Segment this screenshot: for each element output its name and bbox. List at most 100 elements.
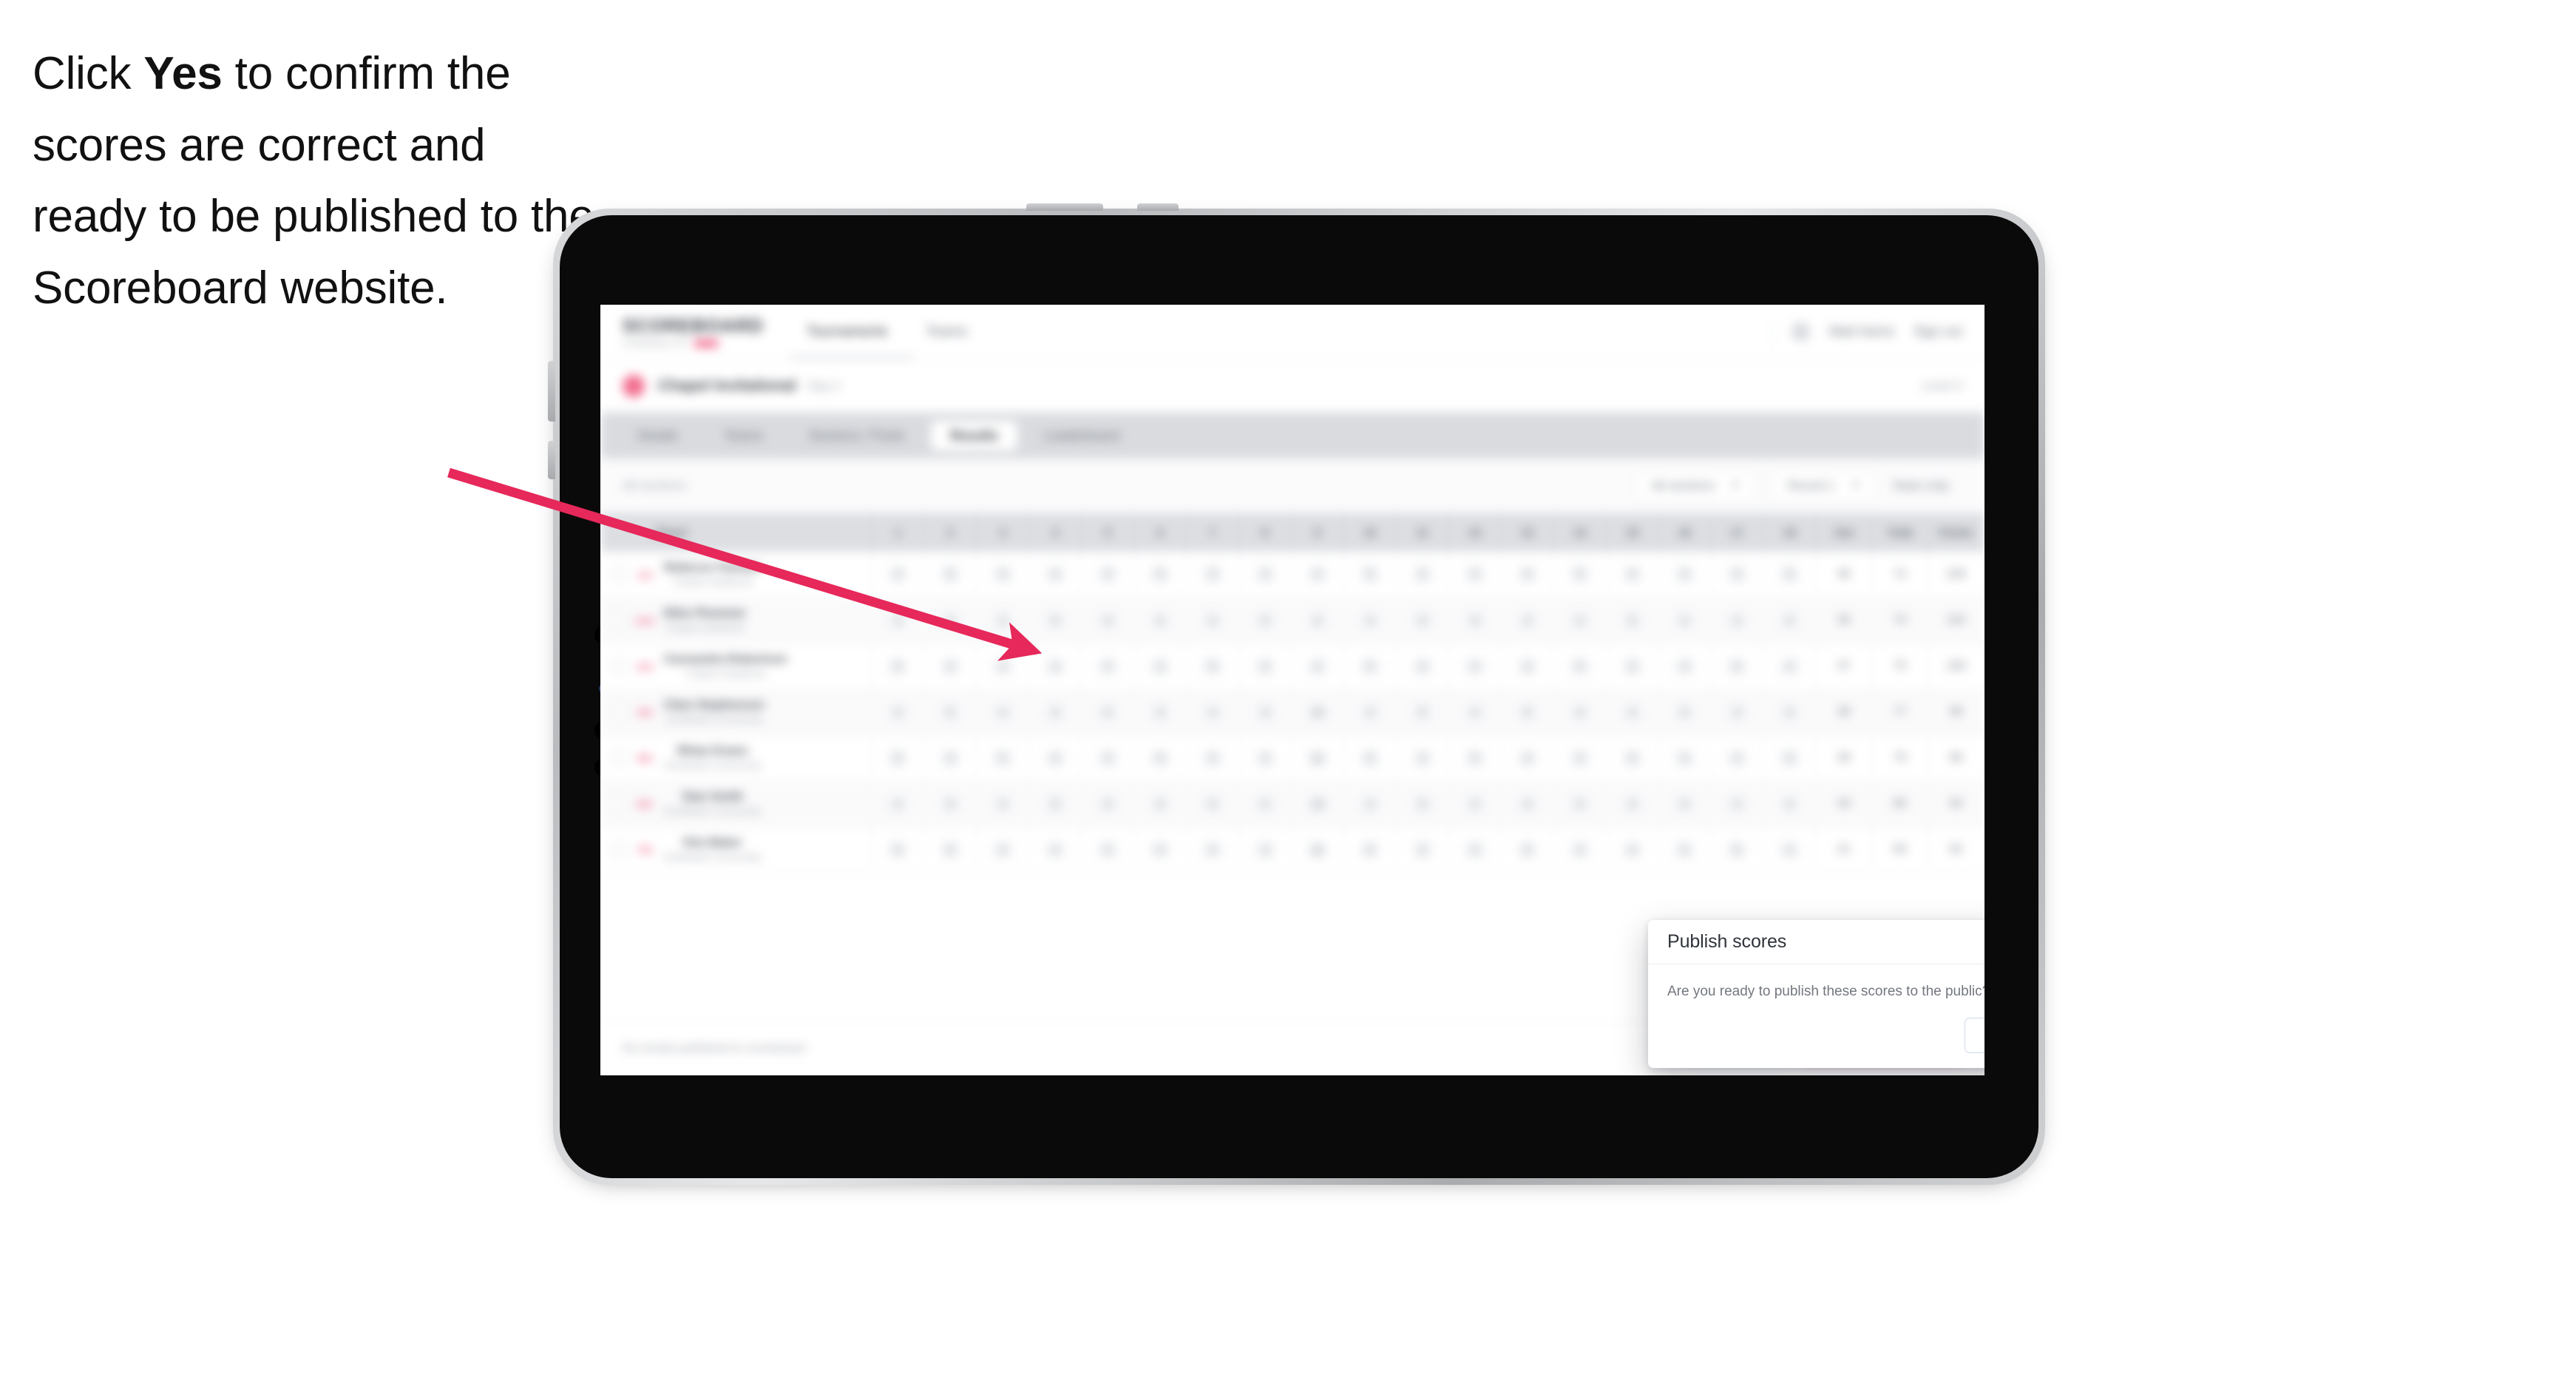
score-cell[interactable]: 5 xyxy=(1553,643,1607,690)
row-checkbox[interactable] xyxy=(611,612,626,628)
score-cell[interactable]: 5 xyxy=(1343,827,1397,873)
score-cell[interactable]: 4 xyxy=(1238,552,1292,598)
table-row[interactable]: 3rd Cassandra Robertson Chapel Invitationa… xyxy=(600,643,1984,690)
score-cell[interactable]: 4 xyxy=(1133,689,1187,736)
score-cell[interactable]: 5 xyxy=(1028,598,1082,644)
score-cell[interactable]: 4 xyxy=(1396,735,1449,782)
row-checkbox[interactable] xyxy=(611,704,626,720)
score-cell[interactable]: 4 xyxy=(976,598,1030,644)
filter-teamonly-select[interactable]: Team only xyxy=(1892,479,1962,493)
score-cell[interactable]: 4 xyxy=(923,735,977,782)
score-cell[interactable]: 4 xyxy=(1553,689,1607,736)
score-cell[interactable]: 4 xyxy=(1710,781,1764,828)
score-cell[interactable]: 4 xyxy=(1658,552,1712,598)
score-cell[interactable]: 5 xyxy=(1133,552,1187,598)
row-checkbox[interactable] xyxy=(611,750,626,765)
score-cell[interactable]: 4 xyxy=(976,689,1030,736)
row-checkbox[interactable] xyxy=(611,842,626,857)
score-cell[interactable]: 5 xyxy=(1553,781,1607,828)
score-cell[interactable]: 5 xyxy=(1186,643,1240,690)
score-cell[interactable]: 4 xyxy=(1606,781,1659,828)
score-cell[interactable]: 5 xyxy=(871,827,925,873)
score-cell[interactable]: 4 xyxy=(1028,689,1082,736)
hardware-button-left-volume[interactable] xyxy=(548,361,555,422)
tab-teams[interactable]: Teams xyxy=(705,421,782,451)
score-cell[interactable]: 4 xyxy=(1291,552,1344,598)
score-cell[interactable]: 4 xyxy=(976,781,1030,828)
score-cell[interactable]: 5 xyxy=(923,827,977,873)
score-cell[interactable]: 4 xyxy=(1396,827,1449,873)
score-cell[interactable]: 5 xyxy=(1343,552,1397,598)
score-cell[interactable]: 4 xyxy=(1763,689,1817,736)
score-cell[interactable]: 4 xyxy=(1606,552,1659,598)
score-cell[interactable]: 4 xyxy=(1553,598,1607,644)
score-cell[interactable]: 4 xyxy=(1763,827,1817,873)
score-cell[interactable]: 5 xyxy=(1763,552,1817,598)
score-cell[interactable]: 4 xyxy=(1606,827,1659,873)
score-cell[interactable]: 4 xyxy=(1186,598,1240,644)
tab-sections[interactable]: Sections / Pools xyxy=(790,421,923,451)
score-cell[interactable]: 4 xyxy=(1133,643,1187,690)
score-cell[interactable]: 5 xyxy=(1553,552,1607,598)
score-cell[interactable]: 4 xyxy=(1553,827,1607,873)
user-name-link[interactable]: Matt Harris xyxy=(1829,324,1894,339)
score-cell[interactable]: 5 xyxy=(1133,735,1187,782)
score-cell[interactable]: 5 xyxy=(1658,827,1712,873)
filter-round-select[interactable]: Round 1 xyxy=(1772,469,1876,502)
score-cell[interactable]: 4 xyxy=(1238,781,1292,828)
score-cell[interactable]: 4 xyxy=(1343,598,1397,644)
score-cell[interactable]: 5 xyxy=(1606,735,1659,782)
score-cell[interactable]: 4 xyxy=(1553,735,1607,782)
score-cell[interactable]: 4 xyxy=(1501,781,1554,828)
score-cell[interactable]: 4 xyxy=(1396,643,1449,690)
score-cell[interactable]: 4 xyxy=(1081,552,1135,598)
score-cell[interactable]: 4 xyxy=(1186,827,1240,873)
score-cell[interactable]: 3 xyxy=(1186,552,1240,598)
score-cell[interactable]: 5 xyxy=(1658,781,1712,828)
score-cell[interactable]: 4 xyxy=(1448,781,1502,828)
sign-out-link[interactable]: Sign out xyxy=(1914,324,1962,339)
score-cell[interactable]: 4 xyxy=(923,643,977,690)
hardware-button-top-1[interactable] xyxy=(1026,203,1103,211)
score-cell[interactable]: 5 xyxy=(1133,827,1187,873)
hardware-button-left-power[interactable] xyxy=(548,441,555,479)
table-row[interactable]: 1st Rebecca Tomson Chapel Invitational 4 5 3 4… xyxy=(600,552,1984,598)
score-cell[interactable]: 4 xyxy=(1081,781,1135,828)
bell-icon[interactable] xyxy=(1791,322,1810,341)
score-cell[interactable]: 4 xyxy=(1763,643,1817,690)
score-cell[interactable]: 4 xyxy=(1291,643,1344,690)
score-cell[interactable]: 3 xyxy=(1710,552,1764,598)
score-cell[interactable]: 4 xyxy=(1763,598,1817,644)
score-cell[interactable]: 4 xyxy=(976,827,1030,873)
score-cell[interactable]: 3 xyxy=(1081,598,1135,644)
score-cell[interactable]: 5 xyxy=(1186,781,1240,828)
score-cell[interactable]: 3 xyxy=(1606,643,1659,690)
hardware-button-top-2[interactable] xyxy=(1137,203,1179,211)
score-cell[interactable]: 4 xyxy=(1028,827,1082,873)
score-cell[interactable]: 5 xyxy=(923,781,977,828)
table-row[interactable]: 7th Kim Baker Southbank Community 5 5 4 4 5 5 4 4 1… xyxy=(600,827,1984,873)
score-cell[interactable]: 5 xyxy=(1396,781,1449,828)
score-cell[interactable]: 3 xyxy=(1238,643,1292,690)
score-cell[interactable]: 4 xyxy=(1710,689,1764,736)
score-cell[interactable]: 5 xyxy=(1448,827,1502,873)
score-cell[interactable]: 4 xyxy=(1291,598,1344,644)
score-cell[interactable]: 4 xyxy=(1238,689,1292,736)
score-cell[interactable]: 3 xyxy=(1448,552,1502,598)
score-cell[interactable]: 5 xyxy=(1710,827,1764,873)
score-cell[interactable]: 4 xyxy=(1658,735,1712,782)
score-cell[interactable]: 4 xyxy=(1028,643,1082,690)
cancel-button[interactable]: Cancel xyxy=(1965,1018,1984,1053)
score-cell[interactable]: 4 xyxy=(1501,643,1554,690)
score-cell[interactable]: 10 xyxy=(1291,781,1344,828)
score-cell[interactable]: 5 xyxy=(923,552,977,598)
score-cell[interactable]: 5 xyxy=(1448,735,1502,782)
score-cell[interactable]: 4 xyxy=(1448,689,1502,736)
score-cell[interactable]: 4 xyxy=(923,598,977,644)
score-cell[interactable]: 5 xyxy=(1606,598,1659,644)
table-row[interactable]: 5th Rhian Evans Southbank Community 5 4 5 4 4 5 4… xyxy=(600,735,1984,782)
score-cell[interactable]: 5 xyxy=(923,689,977,736)
score-cell[interactable]: 4 xyxy=(1238,827,1292,873)
score-cell[interactable]: 5 xyxy=(1710,643,1764,690)
score-cell[interactable]: 4 xyxy=(1710,598,1764,644)
